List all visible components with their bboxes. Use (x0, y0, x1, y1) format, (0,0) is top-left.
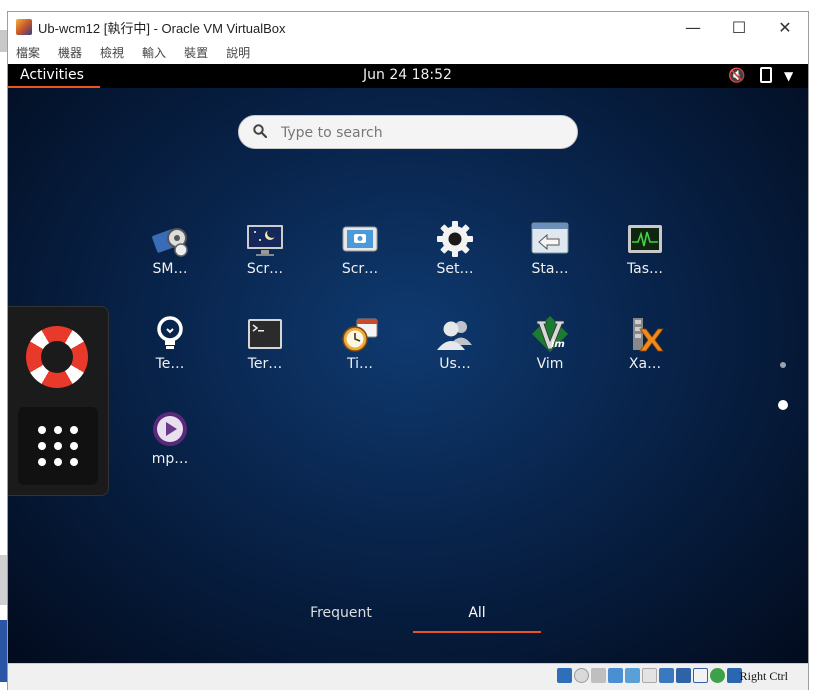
menu-machine[interactable]: 機器 (50, 42, 92, 64)
app-label: SM… (152, 261, 188, 277)
task-manager-icon (626, 220, 664, 258)
search-box[interactable] (238, 115, 578, 149)
search-icon (253, 124, 267, 138)
volume-muted-icon[interactable]: 🔇 (728, 68, 745, 84)
app-label: Vim (536, 356, 564, 372)
menubar: 檔案 機器 檢視 輸入 裝置 說明 (8, 42, 808, 64)
media-player-icon (151, 410, 189, 448)
app-label: Tas… (626, 261, 664, 277)
window-title: Ub-wcm12 [執行中] - Oracle VM VirtualBox (38, 21, 286, 36)
app-settings[interactable]: Set… (415, 212, 495, 292)
settings-gear-icon (436, 220, 474, 258)
xarchiver-icon (626, 315, 664, 353)
help-lifebuoy-icon[interactable] (26, 326, 88, 388)
app-screensaver[interactable]: Scr… (225, 212, 305, 292)
app-task-manager[interactable]: Tas… (605, 212, 685, 292)
app-label: Ti… (346, 356, 373, 372)
vm-statusbar: Right Ctrl (8, 663, 808, 690)
device-status-icons (557, 668, 742, 683)
host-key-label: Right Ctrl (739, 669, 788, 683)
screenshot-icon (341, 220, 379, 258)
battery-icon[interactable] (760, 67, 772, 83)
show-applications-button[interactable] (18, 407, 98, 485)
svg-text:im: im (551, 339, 565, 350)
display-icon[interactable] (659, 668, 674, 683)
usb-icon[interactable] (625, 668, 640, 683)
menu-file[interactable]: 檔案 (8, 42, 50, 64)
menu-input[interactable]: 輸入 (134, 42, 176, 64)
system-menu-arrow-icon[interactable]: ▼ (784, 69, 793, 83)
vt-x-icon[interactable] (693, 668, 708, 683)
app-label: Ter… (247, 356, 283, 372)
startup-applications-icon (531, 220, 569, 258)
app-tips[interactable]: Te… (130, 307, 210, 387)
app-terminal[interactable]: Ter… (225, 307, 305, 387)
network-icon[interactable] (608, 668, 623, 683)
users-icon (436, 315, 474, 353)
tab-frequent[interactable]: Frequent (277, 605, 405, 631)
menu-devices[interactable]: 裝置 (176, 42, 218, 64)
host-desktop-strip (0, 30, 7, 52)
app-time-and-date[interactable]: Ti… (320, 307, 400, 387)
guest-screen: Activities Jun 24 18:52 🔇 ▼ SM… Scr… (8, 64, 808, 663)
app-label: Sta… (531, 261, 569, 277)
host-desktop-strip (0, 620, 7, 682)
shared-folders-icon[interactable] (642, 668, 657, 683)
app-label: Xa… (628, 356, 662, 372)
app-startup-applications[interactable]: Sta… (510, 212, 590, 292)
app-vim[interactable]: im Vim (510, 307, 590, 387)
time-date-clock-icon (341, 315, 379, 353)
menu-help[interactable]: 說明 (218, 42, 260, 64)
window-titlebar: Ub-wcm12 [執行中] - Oracle VM VirtualBox — … (8, 12, 808, 42)
app-label: Scr… (341, 261, 379, 277)
dash-panel (8, 306, 109, 496)
app-label: Us… (439, 356, 471, 372)
audio-icon[interactable] (591, 668, 606, 683)
app-label: Set… (436, 261, 474, 277)
app-smplayer[interactable]: SM… (130, 212, 210, 292)
virtualbox-window: Ub-wcm12 [執行中] - Oracle VM VirtualBox — … (7, 11, 809, 690)
virtualbox-app-icon (16, 19, 32, 35)
app-users[interactable]: Us… (415, 307, 495, 387)
activities-button[interactable]: Activities (8, 64, 100, 88)
minimize-button[interactable]: — (670, 12, 716, 42)
maximize-button[interactable]: ☐ (716, 12, 762, 42)
guest-additions-icon[interactable] (710, 668, 725, 683)
page-indicator-dot[interactable] (780, 362, 786, 368)
tips-bulb-icon (151, 315, 189, 353)
host-desktop-strip (0, 555, 7, 605)
screensaver-icon (246, 220, 284, 258)
terminal-icon (246, 315, 284, 353)
search-input[interactable] (279, 122, 563, 144)
app-xarchiver[interactable]: Xa… (605, 307, 685, 387)
app-label: Te… (155, 356, 185, 372)
app-media-player[interactable]: mp… (130, 402, 210, 482)
recording-icon[interactable] (676, 668, 691, 683)
page-indicator-dot-active[interactable] (778, 400, 788, 410)
clock[interactable]: Jun 24 18:52 (363, 67, 452, 83)
optical-drive-icon[interactable] (574, 668, 589, 683)
app-label: Scr… (246, 261, 284, 277)
gnome-top-bar: Activities Jun 24 18:52 🔇 ▼ (8, 64, 808, 88)
app-label: mp… (151, 451, 189, 467)
tab-all[interactable]: All (413, 605, 541, 633)
hard-disk-icon[interactable] (557, 668, 572, 683)
vim-icon: im (531, 315, 569, 353)
close-button[interactable]: ✕ (762, 12, 808, 42)
app-screenshot[interactable]: Scr… (320, 212, 400, 292)
smplayer-icon (151, 220, 189, 258)
menu-view[interactable]: 檢視 (92, 42, 134, 64)
